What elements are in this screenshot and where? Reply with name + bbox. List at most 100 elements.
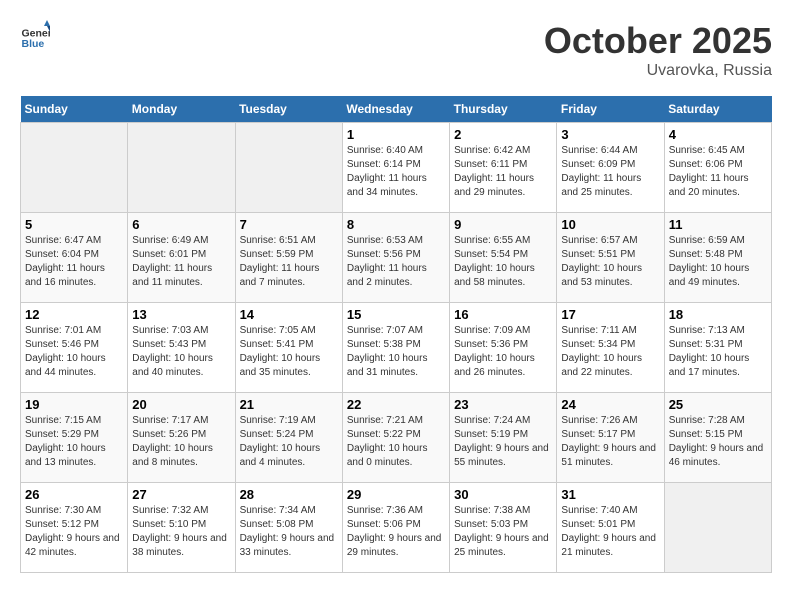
day-info: Sunrise: 6:59 AMSunset: 5:48 PMDaylight:…	[669, 234, 767, 290]
day-info: Sunrise: 6:45 AMSunset: 6:06 PMDaylight:…	[669, 144, 767, 200]
calendar-cell: 27 Sunrise: 7:32 AMSunset: 5:10 PMDayligh…	[128, 483, 235, 573]
day-info: Sunrise: 7:09 AMSunset: 5:36 PMDaylight:…	[454, 324, 552, 380]
day-info: Sunrise: 7:03 AMSunset: 5:43 PMDaylight:…	[132, 324, 230, 380]
day-info: Sunrise: 6:49 AMSunset: 6:01 PMDaylight:…	[132, 234, 230, 290]
day-info: Sunrise: 6:55 AMSunset: 5:54 PMDaylight:…	[454, 234, 552, 290]
day-number: 2	[454, 127, 552, 142]
calendar-cell: 28Sunrise: 7:34 AMSunset: 5:08 PMDayligh…	[235, 483, 342, 573]
calendar-cell: 2 Sunrise: 6:42 AMSunset: 6:11 PMDaylight…	[450, 123, 557, 213]
calendar-week-3: 19 Sunrise: 7:15 AMSunset: 5:29 PMDayligh…	[21, 393, 772, 483]
weekday-header-sunday: Sunday	[21, 96, 128, 123]
title-block: October 2025 Uvarovka, Russia	[544, 20, 772, 80]
calendar-cell: 7 Sunrise: 6:51 AMSunset: 5:59 PMDaylight…	[235, 213, 342, 303]
weekday-header-wednesday: Wednesday	[342, 96, 449, 123]
day-number: 23	[454, 397, 552, 412]
day-number: 26	[25, 487, 123, 502]
day-number: 29	[347, 487, 445, 502]
day-info: Sunrise: 7:36 AMSunset: 5:06 PMDaylight:…	[347, 504, 445, 560]
day-number: 6	[132, 217, 230, 232]
day-info: Sunrise: 6:40 AMSunset: 6:14 PMDaylight:…	[347, 144, 445, 200]
calendar-cell: 17 Sunrise: 7:11 AMSunset: 5:34 PMDayligh…	[557, 303, 664, 393]
calendar-cell: 12 Sunrise: 7:01 AMSunset: 5:46 PMDayligh…	[21, 303, 128, 393]
day-info: Sunrise: 6:42 AMSunset: 6:11 PMDaylight:…	[454, 144, 552, 200]
day-info: Sunrise: 7:32 AMSunset: 5:10 PMDaylight:…	[132, 504, 230, 560]
day-number: 27	[132, 487, 230, 502]
calendar-cell: 31 Sunrise: 7:40 AMSunset: 5:01 PMDayligh…	[557, 483, 664, 573]
weekday-header-thursday: Thursday	[450, 96, 557, 123]
calendar-cell	[235, 123, 342, 213]
day-info: Sunrise: 7:24 AMSunset: 5:19 PMDaylight:…	[454, 414, 552, 470]
calendar-cell: 21 Sunrise: 7:19 AMSunset: 5:24 PMDayligh…	[235, 393, 342, 483]
day-number: 17	[561, 307, 659, 322]
day-number: 12	[25, 307, 123, 322]
day-number: 31	[561, 487, 659, 502]
calendar-cell: 24Sunrise: 7:26 AMSunset: 5:17 PMDayligh…	[557, 393, 664, 483]
weekday-header-monday: Monday	[128, 96, 235, 123]
day-number: 3	[561, 127, 659, 142]
calendar-cell: 29 Sunrise: 7:36 AMSunset: 5:06 PMDayligh…	[342, 483, 449, 573]
weekday-header-saturday: Saturday	[664, 96, 771, 123]
day-info: Sunrise: 7:17 AMSunset: 5:26 PMDaylight:…	[132, 414, 230, 470]
calendar-cell: 15Sunrise: 7:07 AMSunset: 5:38 PMDayligh…	[342, 303, 449, 393]
month-title: October 2025	[544, 20, 772, 62]
day-info: Sunrise: 7:15 AMSunset: 5:29 PMDaylight:…	[25, 414, 123, 470]
calendar-cell: 8 Sunrise: 6:53 AMSunset: 5:56 PMDaylight…	[342, 213, 449, 303]
svg-text:Blue: Blue	[22, 38, 45, 50]
day-info: Sunrise: 6:44 AMSunset: 6:09 PMDaylight:…	[561, 144, 659, 200]
day-number: 24	[561, 397, 659, 412]
day-number: 13	[132, 307, 230, 322]
day-info: Sunrise: 6:47 AMSunset: 6:04 PMDaylight:…	[25, 234, 123, 290]
day-info: Sunrise: 7:01 AMSunset: 5:46 PMDaylight:…	[25, 324, 123, 380]
calendar-cell: 19 Sunrise: 7:15 AMSunset: 5:29 PMDayligh…	[21, 393, 128, 483]
day-info: Sunrise: 7:05 AMSunset: 5:41 PMDaylight:…	[240, 324, 338, 380]
day-number: 7	[240, 217, 338, 232]
day-number: 9	[454, 217, 552, 232]
calendar-cell: 30Sunrise: 7:38 AMSunset: 5:03 PMDayligh…	[450, 483, 557, 573]
page-header: General Blue October 2025 Uvarovka, Russ…	[20, 20, 772, 80]
day-number: 8	[347, 217, 445, 232]
day-info: Sunrise: 7:28 AMSunset: 5:15 PMDaylight:…	[669, 414, 767, 470]
calendar-week-1: 5Sunrise: 6:47 AMSunset: 6:04 PMDaylight…	[21, 213, 772, 303]
day-number: 4	[669, 127, 767, 142]
calendar-cell: 18 Sunrise: 7:13 AMSunset: 5:31 PMDayligh…	[664, 303, 771, 393]
calendar-cell	[664, 483, 771, 573]
day-number: 25	[669, 397, 767, 412]
calendar-cell: 6 Sunrise: 6:49 AMSunset: 6:01 PMDaylight…	[128, 213, 235, 303]
calendar-cell: 14 Sunrise: 7:05 AMSunset: 5:41 PMDayligh…	[235, 303, 342, 393]
calendar-cell: 10Sunrise: 6:57 AMSunset: 5:51 PMDayligh…	[557, 213, 664, 303]
day-number: 18	[669, 307, 767, 322]
day-info: Sunrise: 7:19 AMSunset: 5:24 PMDaylight:…	[240, 414, 338, 470]
logo-icon: General Blue	[20, 20, 50, 50]
calendar-cell: 5Sunrise: 6:47 AMSunset: 6:04 PMDaylight…	[21, 213, 128, 303]
weekday-header-tuesday: Tuesday	[235, 96, 342, 123]
calendar-cell: 20Sunrise: 7:17 AMSunset: 5:26 PMDayligh…	[128, 393, 235, 483]
calendar-cell: 25 Sunrise: 7:28 AMSunset: 5:15 PMDayligh…	[664, 393, 771, 483]
day-info: Sunrise: 7:13 AMSunset: 5:31 PMDaylight:…	[669, 324, 767, 380]
calendar-cell: 16Sunrise: 7:09 AMSunset: 5:36 PMDayligh…	[450, 303, 557, 393]
day-number: 14	[240, 307, 338, 322]
day-info: Sunrise: 7:38 AMSunset: 5:03 PMDaylight:…	[454, 504, 552, 560]
calendar-week-4: 26Sunrise: 7:30 AMSunset: 5:12 PMDayligh…	[21, 483, 772, 573]
calendar-cell: 23 Sunrise: 7:24 AMSunset: 5:19 PMDayligh…	[450, 393, 557, 483]
calendar-cell: 13 Sunrise: 7:03 AMSunset: 5:43 PMDayligh…	[128, 303, 235, 393]
calendar-cell	[21, 123, 128, 213]
calendar-cell: 11 Sunrise: 6:59 AMSunset: 5:48 PMDayligh…	[664, 213, 771, 303]
logo: General Blue	[20, 20, 50, 50]
calendar-header-row: SundayMondayTuesdayWednesdayThursdayFrid…	[21, 96, 772, 123]
day-info: Sunrise: 7:11 AMSunset: 5:34 PMDaylight:…	[561, 324, 659, 380]
calendar-cell: 4 Sunrise: 6:45 AMSunset: 6:06 PMDaylight…	[664, 123, 771, 213]
day-number: 11	[669, 217, 767, 232]
location: Uvarovka, Russia	[544, 62, 772, 80]
calendar-cell	[128, 123, 235, 213]
day-number: 21	[240, 397, 338, 412]
day-info: Sunrise: 7:07 AMSunset: 5:38 PMDaylight:…	[347, 324, 445, 380]
day-info: Sunrise: 6:53 AMSunset: 5:56 PMDaylight:…	[347, 234, 445, 290]
day-number: 1	[347, 127, 445, 142]
day-number: 19	[25, 397, 123, 412]
day-info: Sunrise: 6:51 AMSunset: 5:59 PMDaylight:…	[240, 234, 338, 290]
calendar-table: SundayMondayTuesdayWednesdayThursdayFrid…	[20, 96, 772, 573]
day-info: Sunrise: 6:57 AMSunset: 5:51 PMDaylight:…	[561, 234, 659, 290]
calendar-cell: 22Sunrise: 7:21 AMSunset: 5:22 PMDayligh…	[342, 393, 449, 483]
day-info: Sunrise: 7:40 AMSunset: 5:01 PMDaylight:…	[561, 504, 659, 560]
calendar-cell: 26Sunrise: 7:30 AMSunset: 5:12 PMDayligh…	[21, 483, 128, 573]
